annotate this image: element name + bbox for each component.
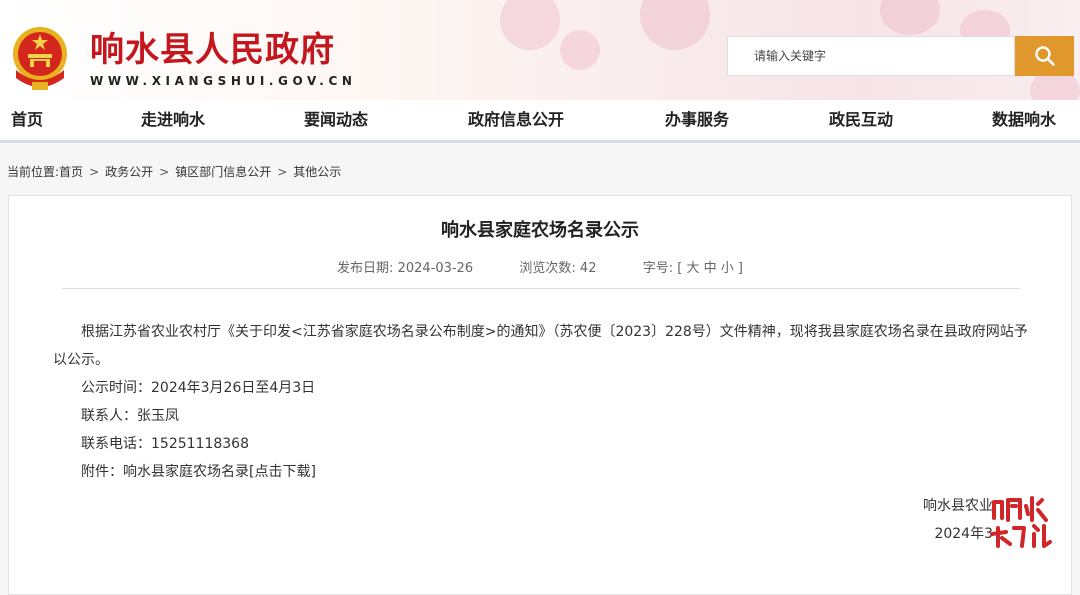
nav-item-data[interactable]: 数据响水 [992,106,1056,130]
search-box [727,36,1015,76]
site-header: 响水县人民政府 WWW.XIANGSHUI.GOV.CN [0,0,1080,100]
views-count: 42 [579,261,597,276]
article-paragraph: 根据江苏省农业农村厅《关于印发<江苏省家庭农场名录公布制度>的通知》（苏农便〔2… [53,324,1028,368]
breadcrumb-dept-info[interactable]: 镇区部门信息公开 [175,165,271,179]
attachment-line: 附件：响水县家庭农场名录[点击下载] [53,458,1033,486]
contact-phone: 联系电话：15251118368 [81,436,249,452]
nav-item-gov-info[interactable]: 政府信息公开 [468,106,564,130]
font-size-label: 字号: [642,261,674,276]
signoff-org: 响水县农业 [923,498,993,514]
blossom-decoration [500,0,560,50]
publish-date-label: 发布日期: [337,261,394,276]
article-meta: 发布日期: 2024-03-26 浏览次数: 42 字号: [ 大 中 小 ] [9,257,1071,276]
divider [62,288,1020,289]
publish-date: 2024-03-26 [397,261,474,276]
breadcrumb-separator: > [159,165,170,179]
article-title: 响水县家庭农场名录公示 [441,220,639,241]
main-nav: 首页 走进响水 要闻动态 政府信息公开 办事服务 政民互动 数据响水 [0,100,1080,143]
site-domain: WWW.XIANGSHUI.GOV.CN [90,74,357,88]
search-input[interactable] [728,37,1014,75]
site-title[interactable]: 响水县人民政府 [90,22,335,71]
search-icon [1034,46,1055,66]
breadcrumb-separator: > [89,165,100,179]
breadcrumb-other-notices[interactable]: 其他公示 [293,165,341,179]
article-body: 根据江苏省农业农村厅《关于印发<江苏省家庭农场名录公布制度>的通知》（苏农便〔2… [53,318,1033,486]
blossom-decoration [560,30,600,70]
blossom-decoration [640,0,710,50]
breadcrumb: 当前位置:首页 > 政务公开 > 镇区部门信息公开 > 其他公示 [7,163,341,180]
attachment-download-link[interactable]: 响水县家庭农场名录[点击下载] [123,464,316,480]
nav-item-news[interactable]: 要闻动态 [304,106,368,130]
breadcrumb-home[interactable]: 首页 [59,165,83,179]
search-button[interactable] [1015,36,1074,76]
breadcrumb-separator: > [277,165,288,179]
contact-person: 联系人：张玉凤 [81,408,179,424]
nav-item-interaction[interactable]: 政民互动 [829,106,893,130]
national-emblem-logo [13,27,67,90]
breadcrumb-prefix: 当前位置: [7,165,60,179]
views-label: 浏览次数: [519,261,576,276]
nav-item-home[interactable]: 首页 [11,106,43,130]
nav-item-about[interactable]: 走进响水 [141,106,205,130]
font-size-switcher[interactable]: [ 大 中 小 ] [677,257,743,276]
watermark-logo [990,496,1052,548]
blossom-decoration [880,0,940,35]
signoff: 响水县农业 2024年3 [923,492,993,548]
attachment-label: 附件： [81,464,123,480]
notice-time: 公示时间：2024年3月26日至4月3日 [81,380,316,396]
breadcrumb-gov-affairs[interactable]: 政务公开 [105,165,153,179]
article-panel: 响水县家庭农场名录公示 发布日期: 2024-03-26 浏览次数: 42 字号… [8,195,1072,595]
nav-item-services[interactable]: 办事服务 [665,106,729,130]
signoff-date: 2024年3 [934,526,993,542]
